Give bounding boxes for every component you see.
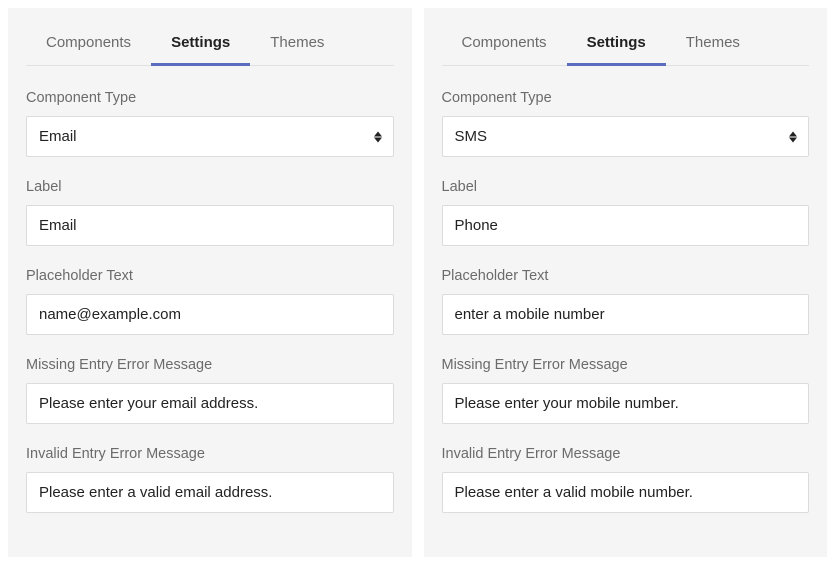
missing-entry-input[interactable]: [442, 383, 810, 424]
field-placeholder: Placeholder Text: [26, 268, 394, 335]
field-label: Label: [442, 179, 810, 246]
label-placeholder: Placeholder Text: [26, 268, 394, 284]
tab-bar: Components Settings Themes: [442, 24, 810, 66]
field-invalid-entry: Invalid Entry Error Message: [442, 446, 810, 513]
component-type-select[interactable]: [26, 116, 394, 157]
label-input[interactable]: [26, 205, 394, 246]
field-missing-entry: Missing Entry Error Message: [26, 357, 394, 424]
tab-settings[interactable]: Settings: [567, 24, 666, 66]
label-label: Label: [442, 179, 810, 195]
label-invalid-entry: Invalid Entry Error Message: [26, 446, 394, 462]
tab-themes[interactable]: Themes: [666, 24, 760, 66]
label-component-type: Component Type: [26, 90, 394, 106]
select-wrap: [442, 116, 810, 157]
settings-panel-left: Components Settings Themes Component Typ…: [8, 8, 412, 557]
field-label: Label: [26, 179, 394, 246]
placeholder-input[interactable]: [26, 294, 394, 335]
invalid-entry-input[interactable]: [442, 472, 810, 513]
tab-themes[interactable]: Themes: [250, 24, 344, 66]
invalid-entry-input[interactable]: [26, 472, 394, 513]
label-placeholder: Placeholder Text: [442, 268, 810, 284]
missing-entry-input[interactable]: [26, 383, 394, 424]
component-type-select[interactable]: [442, 116, 810, 157]
label-missing-entry: Missing Entry Error Message: [26, 357, 394, 373]
tab-components[interactable]: Components: [26, 24, 151, 66]
field-component-type: Component Type: [442, 90, 810, 157]
label-component-type: Component Type: [442, 90, 810, 106]
settings-panel-right: Components Settings Themes Component Typ…: [424, 8, 828, 557]
field-missing-entry: Missing Entry Error Message: [442, 357, 810, 424]
tab-bar: Components Settings Themes: [26, 24, 394, 66]
select-wrap: [26, 116, 394, 157]
label-missing-entry: Missing Entry Error Message: [442, 357, 810, 373]
tab-components[interactable]: Components: [442, 24, 567, 66]
field-invalid-entry: Invalid Entry Error Message: [26, 446, 394, 513]
label-invalid-entry: Invalid Entry Error Message: [442, 446, 810, 462]
placeholder-input[interactable]: [442, 294, 810, 335]
label-label: Label: [26, 179, 394, 195]
label-input[interactable]: [442, 205, 810, 246]
tab-settings[interactable]: Settings: [151, 24, 250, 66]
field-placeholder: Placeholder Text: [442, 268, 810, 335]
field-component-type: Component Type: [26, 90, 394, 157]
